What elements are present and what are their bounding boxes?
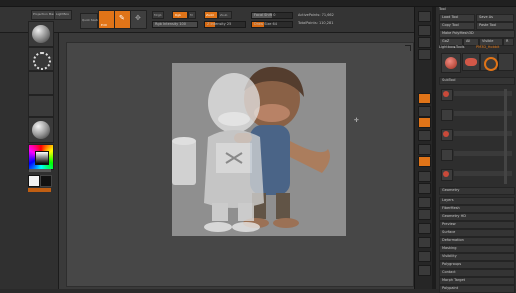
move-view-button[interactable] — [418, 183, 431, 194]
top-toolbar: Projection Master LightBox Quick Sketch … — [0, 7, 432, 33]
cursor-icon: ✛ — [354, 117, 360, 124]
draw-button[interactable]: ✎ — [114, 10, 131, 29]
subtool-red-icon-1 — [443, 91, 449, 97]
draw-size-slider[interactable]: Draw Size 64 — [251, 21, 293, 28]
load-tool-button[interactable]: Load Tool — [439, 14, 475, 22]
subtool-header[interactable]: SubTool — [439, 77, 515, 85]
layers-header[interactable]: Layers — [439, 197, 515, 205]
scale-view-button[interactable] — [418, 197, 431, 208]
surface-header[interactable]: Surface — [439, 229, 515, 237]
gradient-label — [29, 169, 51, 172]
frame-button[interactable] — [418, 171, 431, 182]
simple-brush-icon — [484, 57, 498, 71]
alpha-thumbnail[interactable] — [28, 71, 54, 95]
subtool-thumb-2[interactable] — [441, 109, 453, 121]
right-shelf — [414, 7, 433, 289]
active-points-readout: ActivePoints: 71,662 — [298, 13, 334, 17]
actual-button[interactable] — [418, 93, 431, 104]
bpr-button[interactable] — [418, 11, 431, 22]
paste-tool-button[interactable]: Paste Tool — [476, 22, 514, 30]
move-icon: ✥ — [135, 14, 141, 22]
tool-panel: Tool Load Tool Save As Copy Tool Paste T… — [436, 7, 516, 293]
texture-thumbnail[interactable] — [28, 95, 54, 117]
draw-pencil-icon: ✎ — [119, 14, 125, 22]
geometry-hd-header[interactable]: Geometry HD — [439, 213, 515, 221]
tool-thumbnail-main[interactable] — [441, 53, 461, 73]
deformation-header[interactable]: Deformation — [439, 237, 515, 245]
stroke-thumbnail[interactable] — [28, 47, 54, 71]
preview-header[interactable]: Preview — [439, 221, 515, 229]
dynamic-button[interactable] — [278, 29, 290, 32]
subtool-red-icon-3 — [443, 171, 449, 177]
mrgb-button[interactable]: Mrgb — [152, 11, 164, 19]
rgb-intensity-slider[interactable]: Rgb Intensity 100 — [152, 21, 198, 28]
left-shelf — [0, 21, 59, 289]
copy-tool-button[interactable]: Copy Tool — [439, 22, 475, 30]
color-picker[interactable] — [28, 144, 54, 170]
subtool-list-scrollbar[interactable] — [504, 89, 507, 184]
focal-shift-slider[interactable]: Focal Shift 0 — [251, 12, 293, 19]
tool-thumbnail-extra[interactable] — [498, 53, 514, 71]
material-sphere-icon — [32, 121, 50, 139]
dots-stroke-icon — [33, 52, 51, 70]
tool-head-icon — [445, 57, 457, 69]
spix-button[interactable] — [418, 25, 431, 36]
m-button[interactable]: M — [188, 11, 196, 19]
r-button[interactable]: R — [503, 38, 514, 46]
subtool-red-icon-2 — [443, 131, 449, 137]
scroll-button[interactable] — [418, 37, 431, 48]
zadd-button[interactable]: Zadd — [204, 11, 218, 19]
projection-master-button[interactable]: Projection Master — [31, 10, 59, 20]
save-as-button[interactable]: Save As — [476, 14, 514, 22]
menu-bar: ZBrushAlphaBrushColorDocumentDrawEditFil… — [0, 0, 516, 16]
local-button[interactable] — [418, 144, 431, 155]
masking-header[interactable]: Masking — [439, 245, 515, 253]
floor-button[interactable] — [418, 130, 431, 141]
secondary-color-swatch[interactable] — [40, 175, 52, 187]
zsub-button[interactable]: Zsub — [218, 11, 232, 19]
polygroups-header[interactable]: Polygroups — [439, 261, 515, 269]
quick-sketch-button[interactable]: Quick Sketch — [80, 13, 100, 29]
geometry-header[interactable]: Geometry — [439, 187, 515, 195]
switch-color-button[interactable] — [28, 188, 51, 192]
main-color-swatch[interactable] — [28, 175, 40, 187]
sphere-brush-icon — [32, 25, 50, 43]
visibility-header[interactable]: Visibility — [439, 253, 515, 261]
lightbox-button[interactable]: LightBox — [54, 10, 72, 20]
rotate-view-button[interactable] — [418, 209, 431, 220]
move-button[interactable]: ✥ — [130, 10, 147, 29]
persp-button[interactable] — [418, 117, 431, 128]
cylinder-icon — [465, 58, 477, 66]
contact-header[interactable]: Contact — [439, 269, 515, 277]
zoom-button[interactable] — [418, 49, 431, 60]
subtool-thumb-4[interactable] — [441, 149, 453, 161]
polyf-button[interactable] — [418, 223, 431, 234]
polypaint-header[interactable]: Polypaint — [439, 285, 515, 293]
brush-thumbnail[interactable] — [28, 21, 54, 47]
canvas-corner-marker — [405, 45, 411, 51]
total-points-readout: TotalPoints: 110,281 — [298, 21, 334, 25]
morph-target-header[interactable]: Morph Target — [439, 277, 515, 285]
z-intensity-slider[interactable]: Z Intensity 25 — [204, 21, 246, 28]
transp-button[interactable] — [418, 237, 431, 248]
tool-thumbnail-cylinder[interactable] — [462, 53, 480, 71]
solo-button[interactable] — [418, 251, 431, 262]
rgb-button[interactable]: Rgb — [172, 11, 188, 19]
material-thumbnail[interactable] — [28, 117, 54, 143]
rendered-document — [172, 63, 346, 236]
lightbox-tools-label[interactable]: Lightbox▸Tools — [439, 45, 464, 50]
tool-panel-title: Tool — [439, 7, 446, 11]
character-renders — [172, 66, 330, 232]
xpose-button[interactable] — [418, 265, 431, 276]
aahalf-button[interactable] — [418, 106, 431, 117]
tool-thumbnail-sphere[interactable] — [480, 53, 498, 71]
xyz-button[interactable] — [418, 156, 431, 167]
current-tool-name: PM3D_Hobbit — [476, 45, 500, 49]
make-polymesh-button[interactable]: Make PolyMesh3D — [439, 30, 515, 38]
edit-button[interactable]: Edit — [98, 10, 115, 29]
fibermesh-header[interactable]: FiberMesh — [439, 205, 515, 213]
